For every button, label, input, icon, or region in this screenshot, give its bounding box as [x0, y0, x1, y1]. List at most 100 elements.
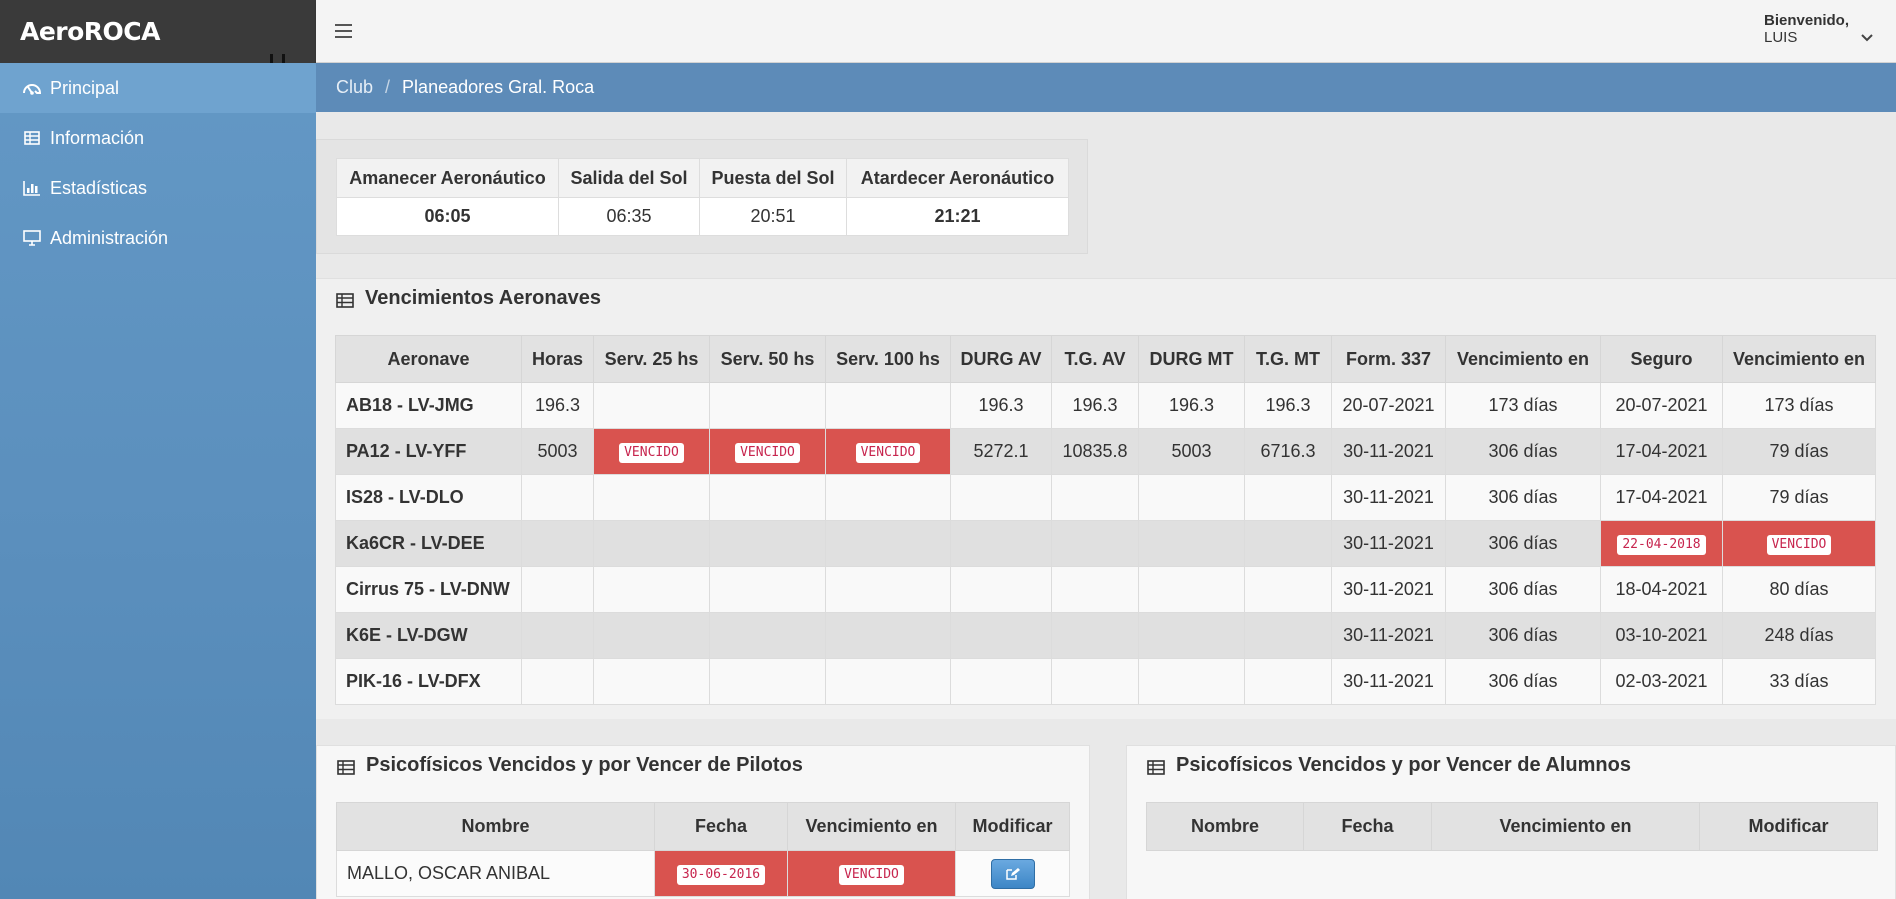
table-cell: [521, 474, 594, 521]
table-cell: [1244, 612, 1332, 659]
table-cell: 306 días: [1445, 428, 1601, 475]
students-table: Nombre Fecha Vencimiento en Modificar: [1146, 802, 1878, 851]
alert-cell: VENCIDO: [709, 428, 826, 475]
top-navbar: Bienvenido, LUIS: [316, 0, 1896, 63]
column-header: T.G. MT: [1244, 335, 1332, 383]
table-cell: 33 días: [1722, 658, 1876, 705]
column-header: Modificar: [1699, 802, 1878, 851]
table-cell: 03-10-2021: [1600, 612, 1723, 659]
table-cell: [950, 474, 1052, 521]
brand-name: AeroROCA: [20, 17, 161, 46]
sun-time-value: 06:05: [336, 197, 559, 236]
sidebar-item-informacion[interactable]: Información: [0, 113, 316, 163]
table-icon: [22, 129, 42, 147]
aircraft-name: AB18 - LV-JMG: [335, 382, 522, 429]
sidebar-item-label: Principal: [50, 77, 120, 98]
table-cell: [521, 612, 594, 659]
sidebar-item-estadisticas[interactable]: Estadísticas: [0, 163, 316, 213]
breadcrumb-link-club[interactable]: Club: [336, 77, 373, 98]
table-cell: [593, 658, 710, 705]
table-row: IS28 - LV-DLO 30-11-2021 306 días 17-04-202…: [335, 474, 1876, 521]
table-cell: [709, 658, 826, 705]
table-cell: 306 días: [1445, 566, 1601, 613]
sidebar-item-label: Información: [50, 127, 145, 148]
aircraft-name: PA12 - LV-YFF: [335, 428, 522, 475]
column-header: Atardecer Aeronáutico: [846, 158, 1069, 198]
table-cell: [950, 520, 1052, 567]
sidebar-item-principal[interactable]: Principal: [0, 63, 316, 113]
aircraft-name: IS28 - LV-DLO: [335, 474, 522, 521]
column-header: Horas: [521, 335, 594, 383]
table-row: PIK-16 - LV-DFX 30-11-2021 306 días 02-03-2…: [335, 658, 1876, 705]
table-cell: [825, 658, 951, 705]
table-cell: 79 días: [1722, 474, 1876, 521]
table-cell: [709, 474, 826, 521]
dashboard-icon: [22, 79, 42, 97]
table-cell: [1051, 658, 1139, 705]
table-cell: 30-11-2021: [1331, 520, 1446, 567]
table-cell: 02-03-2021: [1600, 658, 1723, 705]
table-cell: [709, 520, 826, 567]
desktop-icon: [22, 229, 42, 247]
breadcrumb-separator: /: [385, 77, 391, 97]
table-row: PA12 - LV-YFF 5003 VENCIDO VENCIDO VENCIDO 52…: [335, 428, 1876, 475]
chevron-down-icon[interactable]: [1860, 27, 1874, 42]
table-cell: [1051, 474, 1139, 521]
table-row: MALLO, OSCAR ANIBAL 30-06-2016 VENCIDO: [336, 850, 1070, 897]
table-cell: 30-11-2021: [1331, 474, 1446, 521]
sidebar: AeroROCA Principal Información Estadísti…: [0, 0, 316, 899]
bar-chart-icon: [22, 179, 42, 197]
brand-logo[interactable]: AeroROCA: [0, 0, 316, 63]
alert-tag: VENCIDO: [735, 443, 800, 463]
table-cell: [593, 566, 710, 613]
pilots-table: Nombre Fecha Vencimiento en Modificar MA…: [336, 802, 1070, 897]
brand-mark-icon: [268, 54, 292, 63]
table-cell: 306 días: [1445, 658, 1601, 705]
modify-cell: [955, 850, 1070, 897]
sidebar-item-administracion[interactable]: Administración: [0, 213, 316, 263]
table-cell: [593, 382, 710, 429]
sidebar-item-label: Administración: [50, 227, 169, 248]
table-cell: [950, 658, 1052, 705]
column-header: Vencimiento en: [1722, 335, 1876, 383]
expired-date-tag: 30-06-2016: [676, 865, 766, 885]
table-cell: [825, 612, 951, 659]
column-header: Vencimiento en: [787, 802, 956, 851]
table-cell: 196.3: [1244, 382, 1332, 429]
column-header: DURG MT: [1138, 335, 1245, 383]
edit-button[interactable]: [990, 858, 1035, 889]
table-cell: 196.3: [1138, 382, 1245, 429]
table-cell: [1051, 566, 1139, 613]
table-cell: [1138, 474, 1245, 521]
table-cell: 196.3: [950, 382, 1052, 429]
table-cell: 17-04-2021: [1600, 428, 1723, 475]
table-cell: 30-11-2021: [1331, 658, 1446, 705]
column-header: Serv. 50 hs: [709, 335, 826, 383]
table-cell: 5003: [521, 428, 594, 475]
table-cell: [1138, 566, 1245, 613]
table-cell: 248 días: [1722, 612, 1876, 659]
table-cell: [521, 658, 594, 705]
hamburger-menu-icon[interactable]: [335, 24, 352, 38]
column-header: Vencimiento en: [1445, 335, 1601, 383]
sidebar-item-label: Estadísticas: [50, 177, 148, 198]
table-icon: [337, 758, 355, 775]
column-header: Fecha: [1303, 802, 1432, 851]
table-cell: 17-04-2021: [1600, 474, 1723, 521]
table-row: Cirrus 75 - LV-DNW 30-11-2021 306 días 18-0…: [335, 566, 1876, 613]
table-cell: [709, 566, 826, 613]
table-cell: 173 días: [1722, 382, 1876, 429]
table-cell: 306 días: [1445, 474, 1601, 521]
table-cell: 79 días: [1722, 428, 1876, 475]
column-header: Seguro: [1600, 335, 1723, 383]
aircraft-table: Aeronave Horas Serv. 25 hs Serv. 50 hs Serv.…: [335, 335, 1876, 705]
user-menu[interactable]: Bienvenido, LUIS: [1764, 12, 1849, 46]
column-header: Nombre: [1146, 802, 1304, 851]
alert-tag: VENCIDO: [619, 443, 684, 463]
expired-status-tag: VENCIDO: [839, 865, 904, 885]
table-cell: [825, 474, 951, 521]
alert-cell: VENCIDO: [1722, 520, 1876, 567]
sun-time-value: 20:51: [699, 197, 847, 236]
panel-header: Vencimientos Aeronaves: [316, 279, 1896, 317]
table-cell: [1138, 520, 1245, 567]
